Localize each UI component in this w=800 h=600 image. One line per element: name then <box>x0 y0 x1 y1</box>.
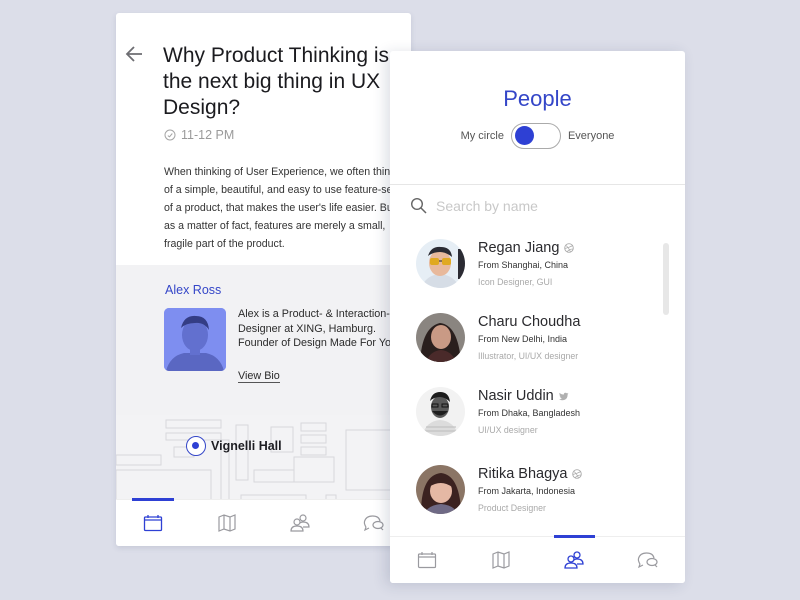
search-bar <box>410 194 665 218</box>
nav-people[interactable] <box>538 535 612 583</box>
chat-icon <box>637 552 658 569</box>
person-location: From Dhaka, Bangladesh <box>478 408 581 418</box>
article-body: When thinking of User Experience, we oft… <box>164 166 396 250</box>
dribbble-icon[interactable] <box>564 243 575 253</box>
arrow-left-icon <box>125 46 142 62</box>
nav-map[interactable] <box>190 500 264 546</box>
person-list-item[interactable]: Charu Choudha From New Delhi, India Illu… <box>416 313 580 362</box>
person-name: Ritika Bhagya <box>478 466 568 482</box>
dribbble-icon[interactable] <box>572 469 583 479</box>
person-info: Nasir Uddin From Dhaka, Bangladesh UI/UX… <box>478 387 580 436</box>
time-text: 11-12 PM <box>181 128 235 142</box>
person-role: UI/UX designer <box>478 425 538 435</box>
event-time: 11-12 PM <box>164 128 234 142</box>
person-name: Nasir Uddin <box>478 388 554 404</box>
author-photo <box>164 308 226 371</box>
clock-icon <box>164 129 176 141</box>
person-name: Regan Jiang <box>478 240 560 256</box>
person-location: From Shanghai, China <box>478 260 569 270</box>
person-list-item[interactable]: Regan Jiang From Shanghai, China Icon De… <box>416 239 575 288</box>
nav-map[interactable] <box>464 537 538 583</box>
nav-people[interactable] <box>264 500 338 546</box>
map-icon <box>218 514 236 532</box>
people-screen: People My circle Everyone Search by name… <box>390 51 685 583</box>
avatar <box>416 313 465 362</box>
person-list-item[interactable]: Nasir Uddin From Dhaka, Bangladesh UI/UX… <box>416 387 580 436</box>
twitter-icon[interactable] <box>558 392 569 401</box>
nav-chat[interactable] <box>611 537 685 583</box>
location-pin-icon[interactable] <box>186 436 206 456</box>
article-title: Why Product Thinking is the next big thi… <box>163 44 390 119</box>
person-list-item[interactable]: Ritika Bhagya From Jakarta, Indonesia Pr… <box>416 465 583 514</box>
toggle-knob[interactable] <box>514 126 534 145</box>
person-role: Product Designer <box>478 503 546 513</box>
search-icon <box>410 197 427 214</box>
bottom-nav <box>116 498 411 546</box>
calendar-icon <box>417 552 436 569</box>
person-info: Charu Choudha From New Delhi, India Illu… <box>478 313 580 362</box>
author-bio: Alex is a Product- & Interaction- Design… <box>238 308 398 349</box>
toggle-label-everyone[interactable]: Everyone <box>568 130 614 142</box>
map-icon <box>492 551 510 569</box>
page-title: People <box>503 86 572 111</box>
person-location: From New Delhi, India <box>478 334 568 344</box>
person-info: Ritika Bhagya From Jakarta, Indonesia Pr… <box>478 465 583 514</box>
person-role: Illustrator, UI/UX designer <box>478 351 579 361</box>
circle-toggle-row: My circle Everyone <box>390 123 685 149</box>
back-button[interactable] <box>124 43 146 65</box>
circle-everyone-toggle[interactable] <box>510 123 561 149</box>
avatar <box>416 387 465 436</box>
person-silhouette-icon <box>164 308 226 371</box>
people-icon <box>290 514 310 532</box>
location-label: Vignelli Hall <box>211 439 282 453</box>
chat-icon <box>363 515 384 532</box>
nav-schedule[interactable] <box>116 498 190 546</box>
calendar-icon <box>143 515 163 532</box>
person-name: Charu Choudha <box>478 314 581 330</box>
person-location: From Jakarta, Indonesia <box>478 486 576 496</box>
avatar <box>416 239 465 288</box>
person-info: Regan Jiang From Shanghai, China Icon De… <box>478 239 575 288</box>
article-screen: Why Product Thinking is the next big thi… <box>116 13 411 546</box>
toggle-label-my-circle[interactable]: My circle <box>461 130 504 142</box>
author-section: Alex Ross Alex is a Product- & Interacti… <box>116 265 411 415</box>
bottom-nav <box>390 535 685 583</box>
venue-map[interactable]: Vignelli Hall <box>116 415 411 511</box>
search-input[interactable] <box>436 198 656 214</box>
floor-plan <box>116 419 411 511</box>
person-role: Icon Designer, GUI <box>478 277 553 287</box>
divider <box>390 184 685 185</box>
author-name-link[interactable]: Alex Ross <box>165 283 221 297</box>
nav-schedule[interactable] <box>390 537 464 583</box>
avatar <box>416 465 465 514</box>
scrollbar[interactable] <box>663 243 669 315</box>
people-icon <box>564 551 585 569</box>
view-bio-link[interactable]: View Bio <box>238 370 280 383</box>
